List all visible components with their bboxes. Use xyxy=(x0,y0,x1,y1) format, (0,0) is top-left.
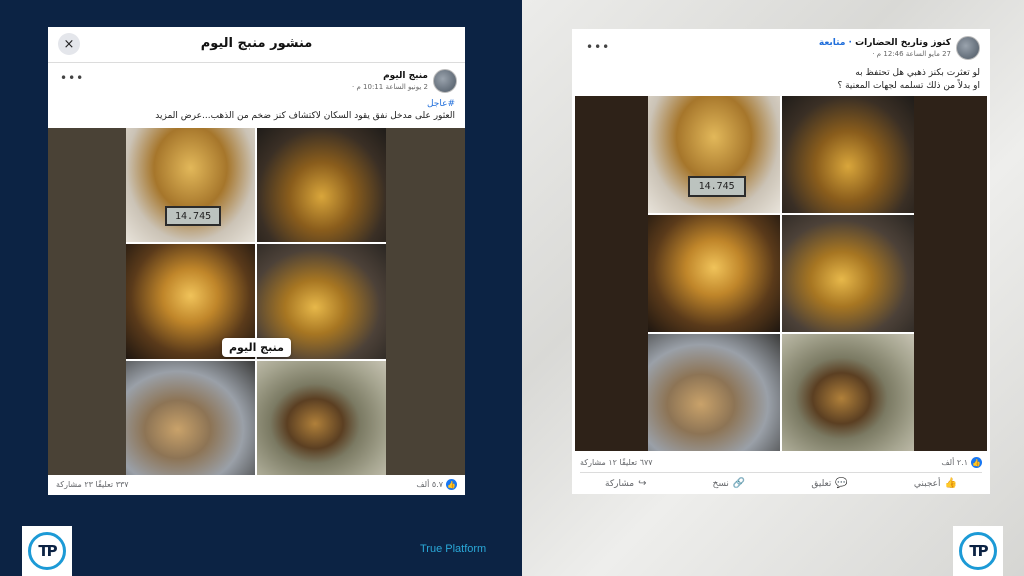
follow-link[interactable]: · متابعة xyxy=(819,38,855,48)
post-timestamp[interactable]: 2 يونيو الساعة 10:11 م · xyxy=(352,83,428,91)
right-post-card: كنوز وتاريخ الحضارات · متابعة 27 مايو ال… xyxy=(572,29,990,494)
image-grid: 14.745 xyxy=(126,128,386,475)
like-reaction-icon: 👍 xyxy=(971,457,982,468)
brand-logo-right: TP xyxy=(953,526,1003,576)
image-grid: 14.745 xyxy=(648,96,914,451)
photo-treasure-chests[interactable] xyxy=(782,96,914,213)
share-arrow-icon: ↪ xyxy=(638,478,647,489)
photo-coins-bag[interactable] xyxy=(648,334,780,451)
post-text-line-2: او بدلاً من ذلك تسلمه لجهات المعنية ؟ xyxy=(837,81,980,91)
scale-display: 14.745 xyxy=(687,175,746,197)
share-label: مشاركة xyxy=(605,478,635,489)
actions-divider xyxy=(580,472,982,473)
comments-shares-count[interactable]: ٣٣٧ تعليقًا ٢٣ مشاركة xyxy=(56,480,129,489)
share-button[interactable]: ↪ مشاركة xyxy=(605,478,646,489)
post-author[interactable]: منبج اليوم 2 يونيو الساعة 10:11 م · xyxy=(352,69,457,93)
post-dialog-title: منشور منبج اليوم xyxy=(200,36,313,51)
close-icon[interactable]: × xyxy=(58,33,80,55)
post-dialog-header: منشور منبج اليوم × xyxy=(48,27,465,63)
like-label: أعجبني xyxy=(913,478,941,489)
post-timestamp[interactable]: 27 مايو الساعة 12:46 م · xyxy=(819,50,951,58)
author-name-line: كنوز وتاريخ الحضارات · متابعة xyxy=(819,38,951,48)
avatar[interactable] xyxy=(956,36,980,60)
author-name[interactable]: منبج اليوم xyxy=(352,71,428,81)
comments-shares-count[interactable]: ٦٧٧ تعليقًا ١٢ مشاركة xyxy=(580,458,653,467)
reactions-count[interactable]: 👍 ٥.٧ ألف xyxy=(416,479,457,490)
post-text: لو تعثرت بكنز ذهبي هل تحتفظ به او بدلاً … xyxy=(837,67,980,93)
avatar[interactable] xyxy=(433,69,457,93)
photo-coins-in-hole[interactable] xyxy=(782,334,914,451)
comment-label: تعليق xyxy=(811,478,832,489)
comment-button[interactable]: 💬 تعليق xyxy=(811,478,848,489)
left-post-card: منشور منبج اليوم × منبج اليوم 2 يونيو ال… xyxy=(48,27,465,495)
more-options-icon[interactable]: ••• xyxy=(586,40,610,54)
photo-open-chest[interactable] xyxy=(782,215,914,332)
post-stats: 👍 ٥.٧ ألف ٣٣٧ تعليقًا ٢٣ مشاركة xyxy=(48,479,465,490)
post-media[interactable]: 14.745 xyxy=(575,96,987,451)
link-icon: 🔗 xyxy=(732,478,746,489)
post-actions: 👍 أعجبني 💬 تعليق 🔗 نسخ ↪ مشاركة xyxy=(572,478,990,489)
photo-treasure-chests[interactable] xyxy=(257,128,386,243)
image-watermark-label: منبج اليوم xyxy=(222,338,291,357)
brand-logo-left: TP xyxy=(22,526,72,576)
likes-count: ٢.١ ألف xyxy=(941,458,968,467)
like-button[interactable]: 👍 أعجبني xyxy=(914,478,957,489)
photo-gold-on-scale[interactable]: 14.745 xyxy=(126,128,255,243)
like-reaction-icon: 👍 xyxy=(446,479,457,490)
scale-display: 14.745 xyxy=(164,205,222,227)
comment-bubble-icon: 💬 xyxy=(835,478,848,489)
photo-gold-on-scale[interactable]: 14.745 xyxy=(648,96,780,213)
photo-gold-chest[interactable] xyxy=(648,215,780,332)
copy-label: نسخ xyxy=(712,478,729,489)
likes-count: ٥.٧ ألف xyxy=(416,480,443,489)
photo-coins-in-hole[interactable] xyxy=(257,360,386,475)
brand-name: True Platform xyxy=(420,543,487,555)
post-text: العثور على مدخل نفق يقود السكان لاكتشاف … xyxy=(155,111,455,121)
post-author[interactable]: كنوز وتاريخ الحضارات · متابعة 27 مايو ال… xyxy=(819,36,980,60)
photo-coins-bag[interactable] xyxy=(126,360,255,475)
tp-logo-icon: TP xyxy=(959,532,997,570)
copy-button[interactable]: 🔗 نسخ xyxy=(713,478,746,489)
author-name[interactable]: كنوز وتاريخ الحضارات xyxy=(855,38,951,48)
tp-logo-icon: TP xyxy=(28,532,66,570)
post-stats: 👍 ٢.١ ألف ٦٧٧ تعليقًا ١٢ مشاركة xyxy=(572,457,990,468)
post-text-line-1: لو تعثرت بكنز ذهبي هل تحتفظ به xyxy=(855,68,980,78)
post-media[interactable]: 14.745 منبج اليوم xyxy=(48,128,465,475)
more-options-icon[interactable]: ••• xyxy=(60,71,84,85)
reactions-count[interactable]: 👍 ٢.١ ألف xyxy=(941,457,982,468)
hashtag-link[interactable]: #عاجل xyxy=(427,99,455,109)
thumbs-up-icon: 👍 xyxy=(944,478,957,489)
